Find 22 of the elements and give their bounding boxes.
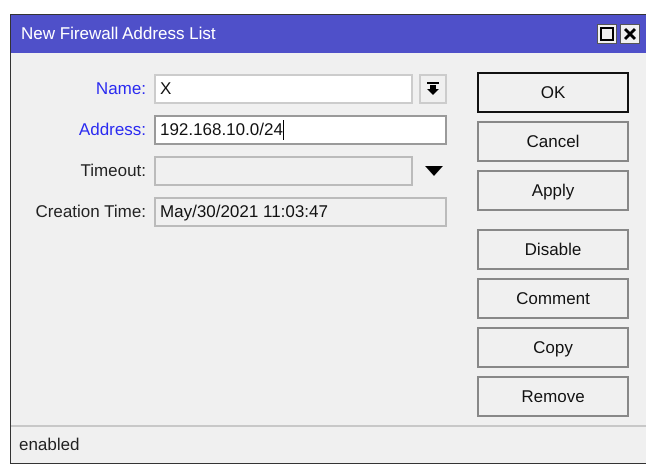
window-title: New Firewall Address List	[21, 23, 217, 46]
field-label: Timeout:	[79, 160, 147, 182]
dialog-button[interactable]: Comment	[477, 278, 629, 319]
dropdown-arrow-icon[interactable]	[425, 166, 443, 176]
maximize-icon[interactable]	[597, 24, 617, 44]
field-label: Creation Time:	[34, 201, 147, 224]
input-field[interactable]: 192.168.10.0/24	[154, 115, 447, 145]
dialog-button[interactable]: Disable	[477, 229, 629, 270]
field-label: Name:	[94, 78, 147, 100]
field-label: Address:	[78, 119, 147, 142]
dialog-button[interactable]: Remove	[477, 376, 629, 417]
close-icon[interactable]	[620, 24, 640, 44]
status-text: enabled	[19, 434, 80, 456]
dialog-button[interactable]: OK	[477, 72, 629, 113]
dialog-button[interactable]: Cancel	[477, 121, 629, 162]
dropdown-field[interactable]	[154, 156, 413, 186]
dialog-button[interactable]: Apply	[477, 170, 629, 211]
caret-icon	[427, 82, 439, 96]
dialog-button[interactable]: Copy	[477, 327, 629, 368]
readonly-field[interactable]: May/30/2021 11:03:47	[154, 197, 447, 227]
dropdown-button[interactable]	[419, 74, 447, 104]
input-field[interactable]: X	[154, 74, 413, 104]
